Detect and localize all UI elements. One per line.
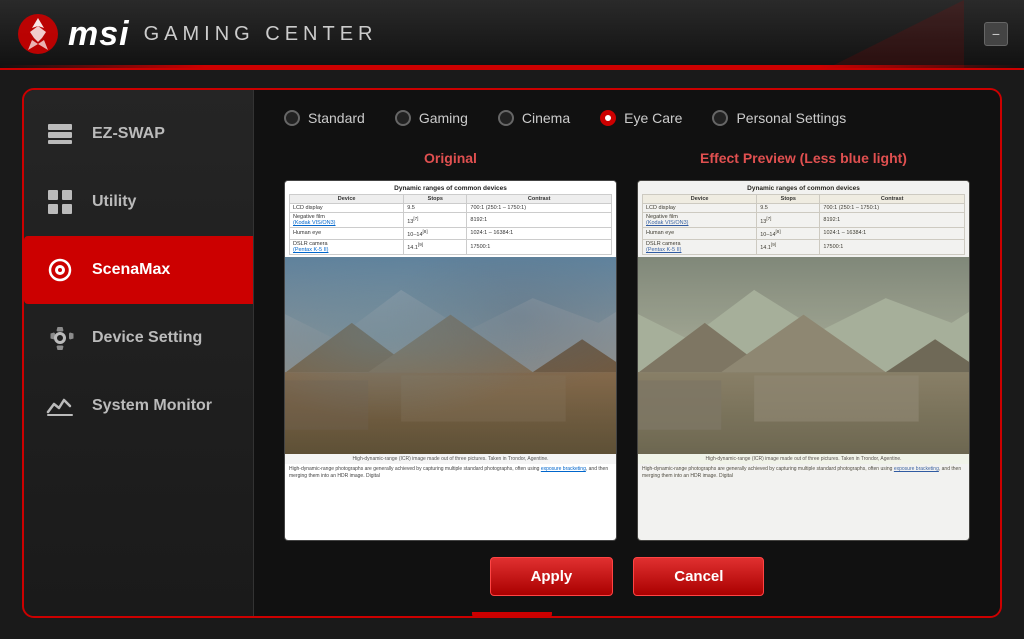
sidebar-label-device-setting: Device Setting [92, 329, 202, 347]
scenamax-icon [44, 254, 76, 286]
sidebar-item-scenamax[interactable]: ScenaMax [24, 236, 253, 304]
content-area: Standard Gaming Cinema Eye Care Personal… [254, 90, 1000, 616]
effect-preview-title: Effect Preview (Less blue light) [637, 144, 970, 172]
radio-label-gaming: Gaming [419, 110, 468, 126]
radio-circle-cinema [498, 110, 514, 126]
sidebar-item-device-setting[interactable]: Device Setting [24, 304, 253, 372]
original-photo [285, 257, 616, 454]
msi-dragon-icon [16, 12, 60, 56]
header-line [0, 65, 1024, 68]
app-header: msi GAMING CENTER − [0, 0, 1024, 70]
original-doc-text: High-dynamic-range photographs are gener… [285, 464, 616, 482]
radio-gaming[interactable]: Gaming [395, 110, 468, 126]
sidebar-label-scenamax: ScenaMax [92, 261, 170, 279]
effect-doc-content: Dynamic ranges of common devices DeviceS… [638, 181, 969, 540]
radio-personal[interactable]: Personal Settings [712, 110, 846, 126]
apply-button[interactable]: Apply [490, 557, 614, 596]
radio-cinema[interactable]: Cinema [498, 110, 570, 126]
preview-panels: Original Dynamic ranges of common device… [284, 144, 970, 541]
action-buttons: Apply Cancel [284, 557, 970, 596]
logo-area: msi GAMING CENTER [16, 12, 378, 56]
sidebar-label-utility: Utility [92, 193, 136, 211]
app-title-msi: msi [68, 15, 130, 54]
radio-circle-eye-care [600, 110, 616, 126]
original-preview-title: Original [284, 144, 617, 172]
ez-swap-icon [44, 118, 76, 150]
display-mode-options: Standard Gaming Cinema Eye Care Personal… [284, 110, 970, 126]
doc-table-title-effect: Dynamic ranges of common devices [642, 185, 965, 192]
radio-standard[interactable]: Standard [284, 110, 365, 126]
effect-doc-caption: High-dynamic-range (ICR) image made out … [638, 454, 969, 464]
app-title-gc: GAMING CENTER [144, 23, 378, 46]
radio-circle-standard [284, 110, 300, 126]
sidebar-item-system-monitor[interactable]: System Monitor [24, 372, 253, 440]
radio-label-standard: Standard [308, 110, 365, 126]
original-doc-content: Dynamic ranges of common devices DeviceS… [285, 181, 616, 540]
sidebar-item-utility[interactable]: Utility [24, 168, 253, 236]
utility-icon [44, 186, 76, 218]
doc-table-original: DeviceStopsContrast LCD display9.5700:1 … [289, 194, 612, 255]
header-decoration [664, 0, 964, 70]
system-monitor-icon [44, 390, 76, 422]
doc-table-effect: DeviceStopsContrast LCD display9.5700:1 … [642, 194, 965, 255]
original-preview-image: Dynamic ranges of common devices DeviceS… [284, 180, 617, 541]
original-preview-panel: Original Dynamic ranges of common device… [284, 144, 617, 541]
main-container: EZ-SWAP Utility ScenaMax [22, 88, 1002, 618]
effect-preview-panel: Effect Preview (Less blue light) Dynamic… [637, 144, 970, 541]
sidebar-item-ez-swap[interactable]: EZ-SWAP [24, 100, 253, 168]
minimize-button[interactable]: − [984, 22, 1008, 46]
sidebar-label-ez-swap: EZ-SWAP [92, 125, 165, 143]
doc-table-title-original: Dynamic ranges of common devices [289, 185, 612, 192]
device-setting-icon [44, 322, 76, 354]
effect-doc-text: High-dynamic-range photographs are gener… [638, 464, 969, 482]
radio-eye-care[interactable]: Eye Care [600, 110, 682, 126]
radio-circle-gaming [395, 110, 411, 126]
effect-preview-image: Dynamic ranges of common devices DeviceS… [637, 180, 970, 541]
sidebar-label-system-monitor: System Monitor [92, 397, 212, 415]
radio-label-cinema: Cinema [522, 110, 570, 126]
original-doc-caption: High-dynamic-range (ICR) image made out … [285, 454, 616, 464]
radio-circle-personal [712, 110, 728, 126]
effect-photo [638, 257, 969, 454]
radio-label-personal: Personal Settings [736, 110, 846, 126]
cancel-button[interactable]: Cancel [633, 557, 764, 596]
sidebar: EZ-SWAP Utility ScenaMax [24, 90, 254, 616]
radio-label-eye-care: Eye Care [624, 110, 682, 126]
